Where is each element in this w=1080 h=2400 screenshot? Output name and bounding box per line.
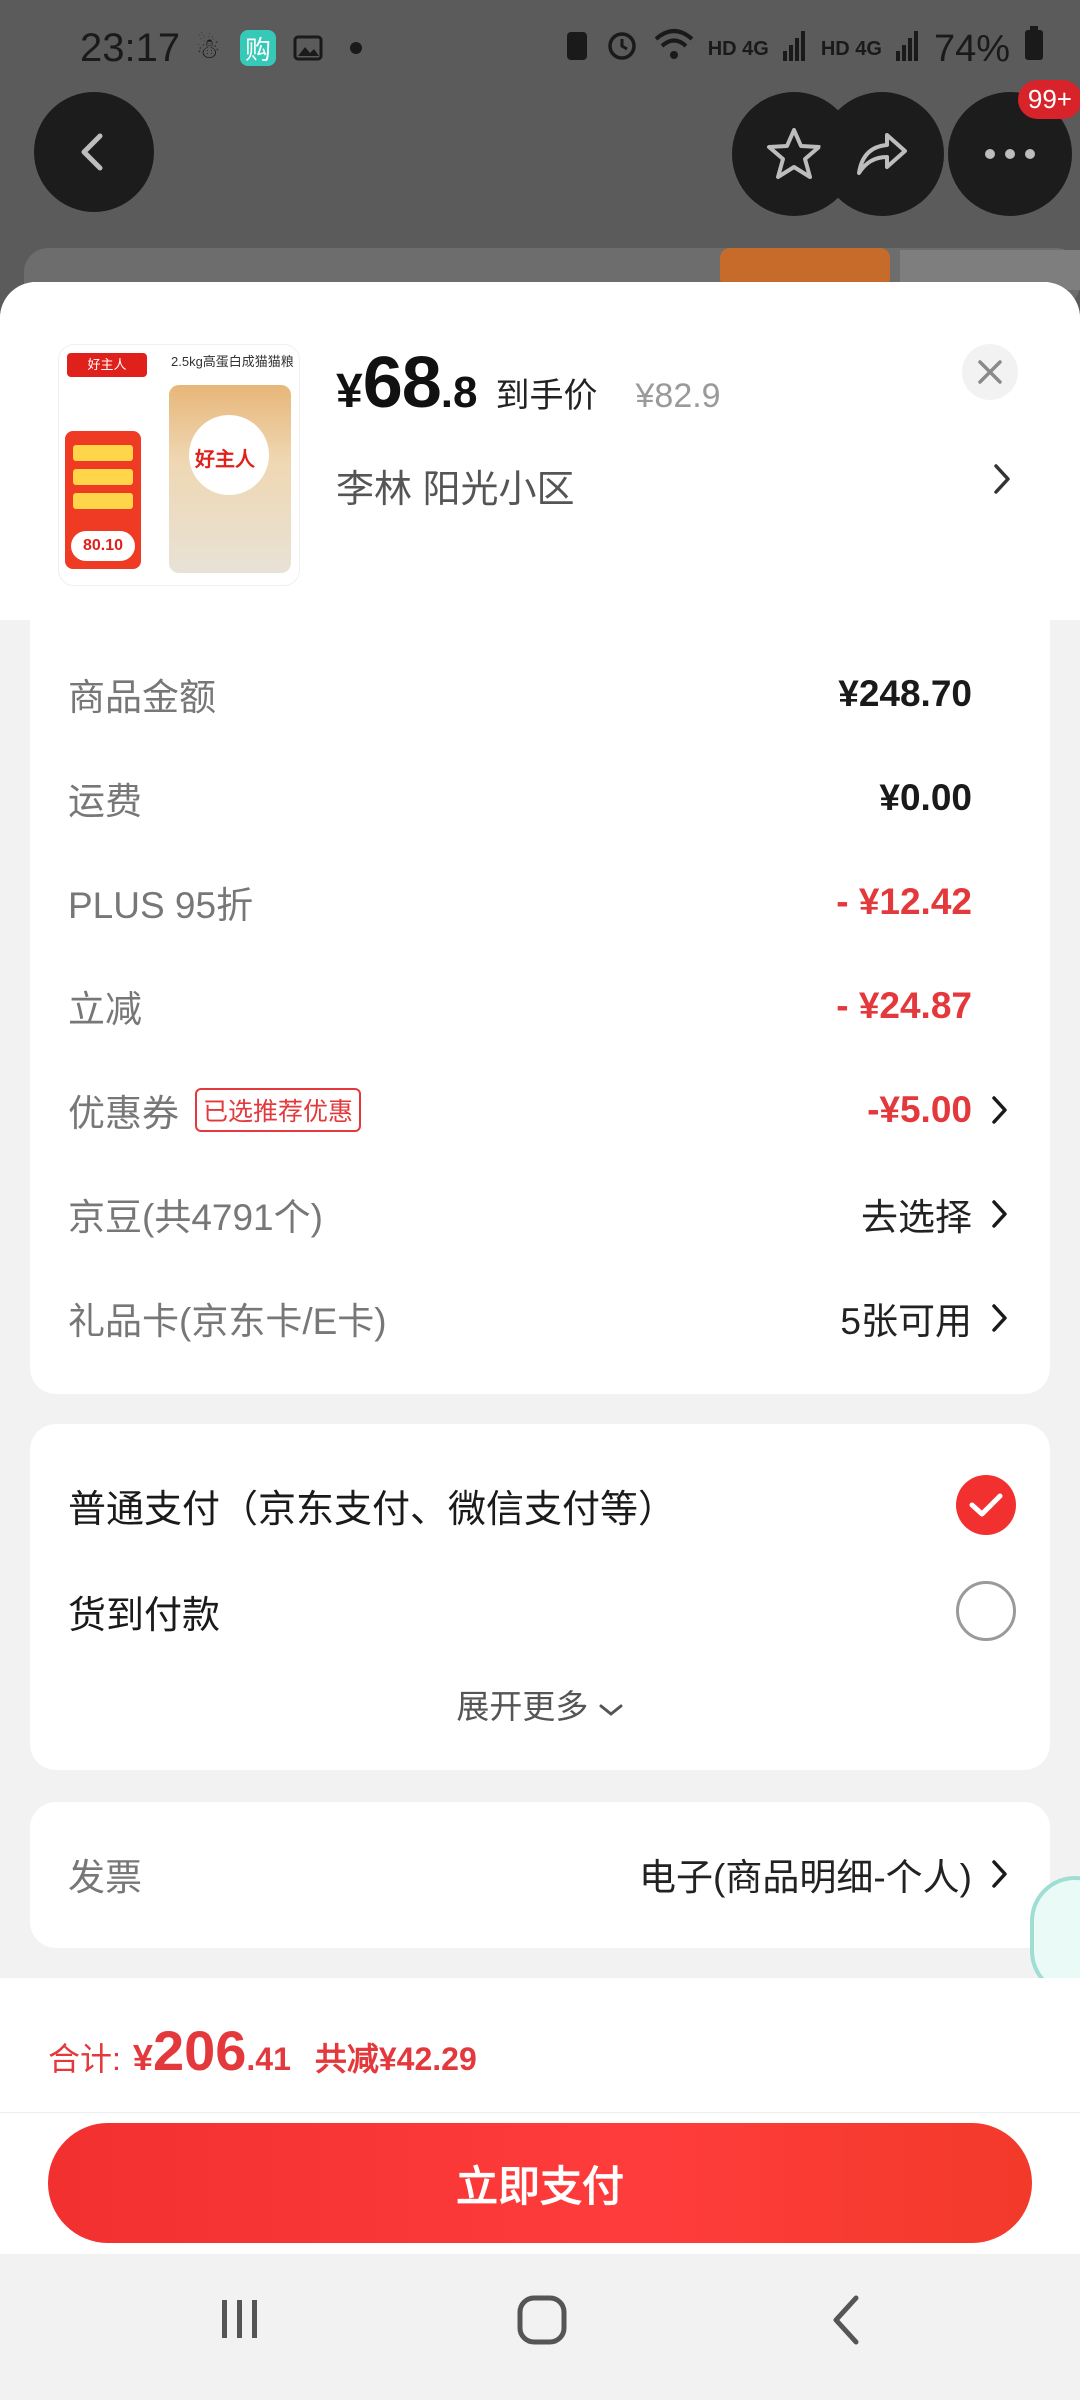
total-bar: 合计: ¥ 206 .41 共减¥42.29	[0, 1978, 1080, 2112]
product-bag-logo: 好主人	[195, 449, 255, 471]
payment-option-label: 普通支付（京东支付、微信支付等）	[68, 1488, 677, 1531]
network-indicator-1: HD 4G	[707, 37, 769, 60]
summary-value: 去选择	[861, 1197, 972, 1238]
summary-row-instant-discount: 立减 - ¥24.87	[68, 976, 1012, 1036]
alarm-icon	[604, 26, 640, 72]
status-right-icons: HD 4G HD 4G 74%	[564, 26, 1044, 72]
summary-row-jd-beans[interactable]: 京豆(共4791个) 去选择	[68, 1184, 1012, 1244]
invoice-row[interactable]: 发票 电子(商品明细-个人)	[68, 1844, 1012, 1904]
address-chevron-icon[interactable]	[992, 462, 1012, 501]
chevron-down-icon	[599, 1704, 623, 1716]
total-decimal: .41	[246, 2041, 291, 2077]
summary-row-goods-amount: 商品金额 ¥248.70	[68, 664, 1012, 724]
more-button[interactable]: 99+	[948, 80, 1080, 216]
summary-value: - ¥24.87	[836, 985, 972, 1026]
status-bar: 23:17 ☃ 购 HD 4G HD 4G 74%	[0, 0, 1080, 100]
summary-row-coupon[interactable]: 优惠券 已选推荐优惠 -¥5.00	[68, 1080, 1012, 1140]
product-image-brand: 好主人	[67, 353, 147, 377]
status-time: 23:17	[80, 26, 181, 70]
summary-value: ¥248.70	[838, 673, 972, 714]
close-icon	[978, 360, 1002, 384]
close-button[interactable]	[962, 344, 1018, 400]
summary-value: -¥5.00	[867, 1089, 972, 1130]
invoice-label: 发票	[68, 1857, 142, 1898]
summary-row-gift-card[interactable]: 礼品卡(京东卡/E卡) 5张可用	[68, 1288, 1012, 1348]
summary-value: - ¥12.42	[836, 881, 972, 922]
status-notification-icons: ☃ 购	[190, 30, 362, 66]
invoice-card[interactable]: 发票 电子(商品明细-个人)	[30, 1802, 1050, 1948]
amount-summary-card: 商品金额 ¥248.70 运费 ¥0.00 PLUS 95折 - ¥12.42 …	[30, 620, 1050, 1394]
recent-apps-icon[interactable]	[216, 2294, 264, 2342]
more-dots-icon	[985, 149, 1035, 159]
total-savings: 共减¥42.29	[314, 2041, 477, 2077]
chevron-right-icon	[992, 1860, 1007, 1888]
order-total: 合计: ¥ 206 .41 共减¥42.29	[48, 2018, 477, 2083]
recommended-coupon-tag: 已选推荐优惠	[195, 1088, 362, 1132]
chevron-right-icon	[992, 1200, 1007, 1228]
back-arrow-icon	[81, 133, 103, 171]
product-image: 好主人 2.5kg高蛋白成猫猫粮 80.10 好主人	[58, 344, 300, 586]
wifi-icon	[654, 27, 694, 71]
summary-value: ¥0.00	[879, 777, 972, 818]
total-label: 合计:	[48, 2041, 121, 2077]
summary-label: 优惠券	[68, 1093, 179, 1134]
chevron-right-icon	[992, 1096, 1007, 1124]
payment-option-cod[interactable]: 货到付款	[68, 1578, 1016, 1644]
nav-back-icon[interactable]	[826, 2294, 866, 2346]
payment-method-card: 普通支付（京东支付、微信支付等） 货到付款 展开更多	[30, 1424, 1050, 1770]
more-notifications-dot	[350, 42, 362, 54]
checkmark-icon	[969, 1493, 1003, 1517]
delivery-address[interactable]: 李林 阳光小区	[336, 458, 575, 513]
summary-value: 5张可用	[840, 1301, 972, 1342]
lock-recycle-icon	[564, 26, 590, 72]
star-icon	[767, 128, 821, 179]
back-button[interactable]	[34, 92, 154, 212]
summary-label: 京豆(共4791个)	[68, 1197, 323, 1238]
original-price: ¥82.9	[635, 377, 721, 415]
price-decimal: .8	[440, 368, 478, 417]
price-line: ¥ 68 .8 到手价 ¥82.9	[336, 342, 721, 424]
jd-app-icon: 购	[240, 30, 276, 66]
signal-icon-1	[782, 28, 807, 71]
expand-more-label: 展开更多	[456, 1688, 589, 1725]
payment-option-label: 货到付款	[68, 1594, 221, 1637]
radio-unchecked[interactable]	[956, 1581, 1016, 1641]
product-summary-card: 好主人 2.5kg高蛋白成猫猫粮 80.10 好主人 ¥ 68 .8 到手价 ¥…	[0, 282, 1080, 620]
summary-label: 运费	[68, 781, 142, 822]
product-image-title: 2.5kg高蛋白成猫猫粮	[171, 354, 294, 369]
notification-app-icon: ☃	[195, 32, 221, 64]
summary-row-shipping: 运费 ¥0.00	[68, 768, 1012, 828]
product-image-promo: 80.10	[65, 431, 141, 569]
system-navigation-bar	[0, 2254, 1080, 2400]
more-badge: 99+	[1017, 80, 1080, 119]
pay-now-button[interactable]: 立即支付	[48, 2123, 1032, 2243]
invoice-value: 电子(商品明细-个人)	[639, 1857, 972, 1898]
signal-icon-2	[895, 28, 920, 71]
network-indicator-2: HD 4G	[820, 37, 882, 60]
price-integer: 68	[362, 343, 442, 423]
total-integer: 206	[152, 2019, 247, 2082]
summary-label: 商品金额	[68, 677, 216, 718]
share-icon	[857, 133, 907, 175]
price-currency: ¥	[336, 365, 363, 418]
battery-icon	[1024, 26, 1044, 72]
gallery-icon	[290, 30, 326, 66]
share-button[interactable]	[820, 92, 944, 216]
product-image-price: 80.10	[71, 531, 135, 561]
price-label: 到手价	[495, 377, 598, 415]
chevron-right-icon	[992, 1304, 1007, 1332]
pay-area: 立即支付	[0, 2112, 1080, 2254]
summary-row-plus-discount: PLUS 95折 - ¥12.42	[68, 872, 1012, 932]
summary-label: 礼品卡(京东卡/E卡)	[68, 1301, 387, 1342]
home-icon[interactable]	[516, 2294, 568, 2346]
radio-checked[interactable]	[956, 1475, 1016, 1535]
expand-more-button[interactable]: 展开更多	[30, 1680, 1050, 1728]
payment-option-online[interactable]: 普通支付（京东支付、微信支付等）	[68, 1472, 1016, 1538]
summary-label: PLUS 95折	[68, 885, 254, 926]
battery-percent: 74%	[933, 27, 1010, 70]
product-bag-graphic: 好主人	[169, 385, 291, 573]
summary-label: 立减	[68, 989, 142, 1030]
total-currency: ¥	[132, 2037, 153, 2078]
